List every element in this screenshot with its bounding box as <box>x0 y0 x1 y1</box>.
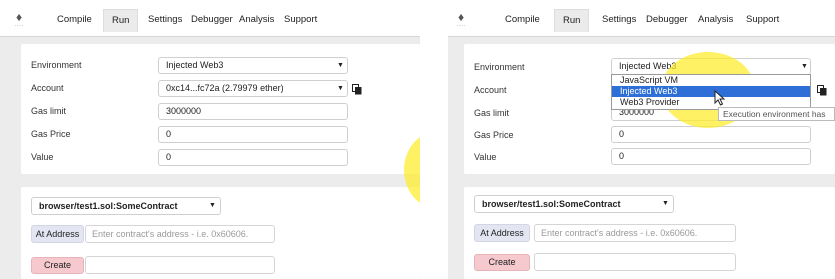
constructor-args-input[interactable] <box>85 256 275 274</box>
remix-logo-icon: ♦ ····· <box>14 10 24 29</box>
chevron-down-icon: ▼ <box>209 202 216 209</box>
tab-compile[interactable]: Compile <box>497 9 548 31</box>
value-label: Value <box>31 152 54 162</box>
chevron-down-icon: ▼ <box>337 85 344 92</box>
gas-price-input[interactable]: 0 <box>158 126 348 143</box>
gas-price-input[interactable]: 0 <box>611 126 811 143</box>
tab-support[interactable]: Support <box>276 9 325 31</box>
gas-limit-label: Gas limit <box>31 106 67 116</box>
dropdown-option-javascript-vm[interactable]: JavaScript VM <box>612 75 810 86</box>
tab-compile[interactable]: Compile <box>49 9 100 31</box>
tab-support[interactable]: Support <box>738 9 787 31</box>
account-label: Account <box>31 83 64 93</box>
copy-icon[interactable] <box>352 84 362 95</box>
value-input[interactable]: 0 <box>611 148 811 165</box>
chevron-down-icon: ▼ <box>662 200 669 207</box>
mouse-cursor-icon <box>714 90 726 106</box>
contract-card: browser/test1.sol:SomeContract ▼ At Addr… <box>21 187 420 279</box>
environment-tooltip: Execution environment has <box>718 107 835 121</box>
top-nav: ♦ ····· Compile Run Settings Debugger Ana… <box>448 0 835 37</box>
contract-address-input[interactable]: Enter contract's address - i.e. 0x60606. <box>85 225 275 243</box>
tab-run[interactable]: Run <box>103 9 139 32</box>
gas-limit-input[interactable]: 3000000 <box>158 103 348 120</box>
right-screenshot-panel: ♦ ····· Compile Run Settings Debugger Ana… <box>448 0 835 279</box>
tab-analysis[interactable]: Analysis <box>690 9 741 31</box>
account-select[interactable]: 0xc14...fc72a (2.79979 ether) <box>158 80 348 97</box>
environment-label: Environment <box>474 62 525 72</box>
environment-value: Injected Web3 <box>166 60 224 70</box>
environment-dropdown-list: JavaScript VM Injected Web3 Web3 Provide… <box>611 74 811 110</box>
gas-price-label: Gas Price <box>31 129 71 139</box>
account-label: Account <box>474 85 507 95</box>
contract-select[interactable]: browser/test1.sol:SomeContract <box>474 195 674 213</box>
contract-select-value: browser/test1.sol:SomeContract <box>39 201 178 211</box>
run-settings-card: Environment Injected Web3 ▼ Account 0xc1… <box>21 44 420 174</box>
value-input[interactable]: 0 <box>158 149 348 166</box>
top-nav: ♦ ····· Compile Run Settings Debugger Ana… <box>0 0 420 37</box>
tab-run[interactable]: Run <box>554 9 590 32</box>
chevron-down-icon: ▼ <box>801 63 808 70</box>
constructor-args-input[interactable] <box>534 253 736 271</box>
tab-analysis[interactable]: Analysis <box>231 9 282 31</box>
panel-divider <box>420 0 448 279</box>
gas-limit-label: Gas limit <box>474 108 510 118</box>
create-button[interactable]: Create <box>474 254 530 271</box>
contract-address-input[interactable]: Enter contract's address - i.e. 0x60606. <box>534 224 736 242</box>
create-button[interactable]: Create <box>31 257 84 274</box>
tab-debugger[interactable]: Debugger <box>638 9 696 31</box>
chevron-down-icon: ▼ <box>337 62 344 69</box>
environment-select[interactable]: Injected Web3 <box>158 57 348 74</box>
value-label: Value <box>474 152 497 162</box>
contract-select-value: browser/test1.sol:SomeContract <box>482 199 621 209</box>
environment-label: Environment <box>31 60 82 70</box>
left-screenshot-panel: ♦ ····· Compile Run Settings Debugger Ana… <box>0 0 420 279</box>
gas-price-label: Gas Price <box>474 130 514 140</box>
remix-logo-icon: ♦ ····· <box>456 10 466 29</box>
account-value: 0xc14...fc72a (2.79979 ether) <box>166 83 284 93</box>
dropdown-option-injected-web3[interactable]: Injected Web3 <box>612 86 810 97</box>
at-address-button[interactable]: At Address <box>474 224 530 242</box>
copy-icon[interactable] <box>817 85 827 96</box>
tab-settings[interactable]: Settings <box>594 9 644 31</box>
at-address-button[interactable]: At Address <box>31 225 84 243</box>
contract-select[interactable]: browser/test1.sol:SomeContract <box>31 197 221 215</box>
contract-card: browser/test1.sol:SomeContract ▼ At Addr… <box>464 187 835 279</box>
